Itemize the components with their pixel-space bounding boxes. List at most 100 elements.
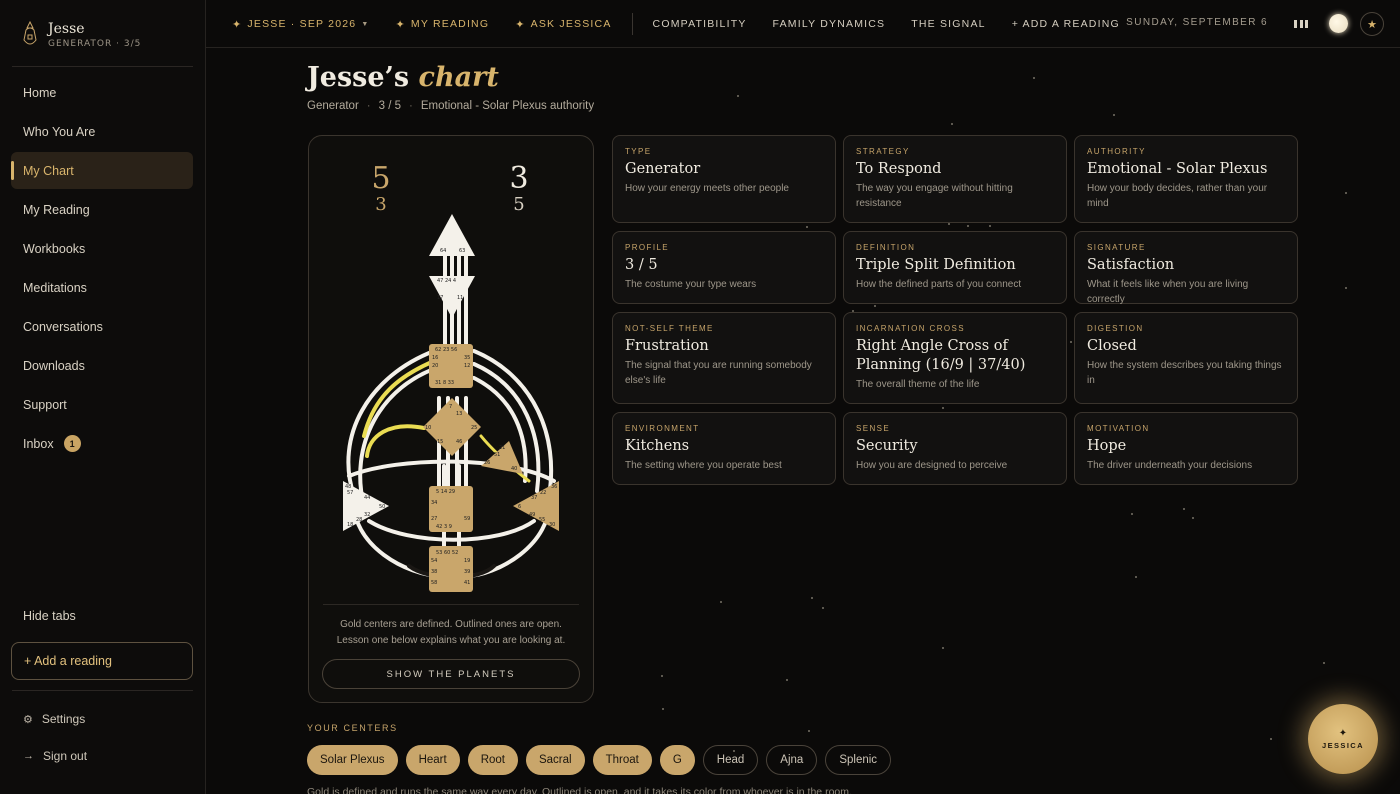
star — [1322, 662, 1325, 665]
show-planets-button[interactable]: SHOW THE PLANETS — [322, 659, 580, 689]
sidebar-item-label: Meditations — [23, 280, 87, 295]
center-chip-root[interactable]: Root — [467, 745, 518, 775]
card-description: How the system describes you taking thin… — [1087, 360, 1282, 386]
star — [1191, 516, 1194, 519]
star — [1345, 192, 1348, 195]
svg-text:11: 11 — [457, 295, 463, 301]
sidebar-divider — [12, 690, 193, 691]
card-motivation[interactable]: MOTIVATION Hope The driver underneath your… — [1074, 412, 1298, 485]
center-chip-splenic[interactable]: Splenic — [825, 745, 892, 775]
hide-tabs-toggle[interactable]: Hide tabs — [23, 609, 76, 623]
settings-label: Settings — [41, 712, 86, 726]
card-value: 3 / 5 — [625, 257, 658, 273]
star — [1070, 341, 1073, 344]
nav-the-signal[interactable]: THE SIGNAL — [911, 18, 985, 30]
svg-text:10: 10 — [425, 425, 431, 431]
page-title-word: chart — [418, 62, 499, 93]
heart-center[interactable]: 2151 26 40 — [481, 441, 523, 474]
page-title-name: Jesse’s — [307, 62, 410, 93]
throat-center[interactable]: 62 23 56 16 35 20 12 31 8 33 — [429, 344, 473, 388]
center-chip-ajna[interactable]: Ajna — [766, 745, 818, 775]
personality-line-bottom: 3 — [375, 194, 386, 215]
center-chip-throat[interactable]: Throat — [592, 745, 652, 775]
brand[interactable]: Jesse GENERATOR · 3/5 — [20, 20, 141, 50]
star — [1112, 113, 1115, 116]
svg-text:20: 20 — [432, 363, 438, 369]
star — [737, 95, 740, 98]
star — [951, 123, 954, 126]
card-description: The driver underneath your decisions — [1087, 460, 1253, 471]
nav-family-dynamics[interactable]: FAMILY DYNAMICS — [773, 18, 886, 30]
card-label: MOTIVATION — [1087, 424, 1150, 433]
center-chip-sacral[interactable]: Sacral — [525, 745, 585, 775]
sidebar-item-who-you-are[interactable]: Who You Are — [11, 113, 193, 150]
sidebar-item-downloads[interactable]: Downloads — [11, 347, 193, 384]
card-not-self-theme[interactable]: NOT-SELF THEME Frustration The signal that… — [612, 312, 836, 404]
g-center[interactable]: 7 13 10 25 15 46 — [423, 398, 481, 456]
ask-jessica-floating-button[interactable]: ✦ JESSICA — [1308, 704, 1378, 774]
card-value: Hope — [1087, 438, 1127, 454]
center-chip-g[interactable]: G — [659, 745, 695, 775]
sidebar-item-inbox[interactable]: Inbox 1 — [11, 425, 193, 462]
card-value: Generator — [625, 161, 701, 177]
card-value: Frustration — [625, 338, 709, 354]
ajna-center[interactable]: 47 24 4 17 11 — [429, 276, 475, 318]
card-signature[interactable]: SIGNATURE Satisfaction What it feels like … — [1074, 231, 1298, 305]
card-sense[interactable]: SENSE Security How you are designed to per… — [843, 412, 1067, 485]
svg-text:42 3 9: 42 3 9 — [436, 524, 452, 530]
svg-text:49: 49 — [529, 512, 535, 518]
centers-footnote: Gold is defined and runs the same way ev… — [307, 786, 852, 794]
card-environment[interactable]: ENVIRONMENT Kitchens The setting where you… — [612, 412, 836, 485]
svg-text:6: 6 — [518, 504, 521, 510]
current-date: SUNDAY, SEPTEMBER 6 — [1126, 17, 1268, 28]
sidebar-item-conversations[interactable]: Conversations — [11, 308, 193, 345]
sidebar-item-support[interactable]: Support — [11, 386, 193, 423]
personality-line-top: 5 — [371, 161, 390, 196]
sidebar-item-my-chart[interactable]: My Chart — [11, 152, 193, 189]
nav-add-reading[interactable]: + ADD A READING — [1012, 18, 1120, 30]
star — [808, 729, 811, 732]
card-profile[interactable]: PROFILE 3 / 5 The costume your type wears — [612, 231, 836, 304]
nav-compatibility[interactable]: COMPATIBILITY — [653, 18, 747, 30]
add-reading-button[interactable]: + Add a reading — [11, 642, 193, 680]
sign-out-link[interactable]: → Sign out — [23, 749, 87, 763]
svg-text:63: 63 — [459, 248, 465, 254]
svg-text:51: 51 — [494, 452, 500, 458]
settings-link[interactable]: ⚙ Settings — [23, 712, 85, 726]
card-incarnation-cross[interactable]: INCARNATION CROSS Right Angle Cross of Pl… — [843, 312, 1067, 404]
design-line-bottom: 5 — [513, 194, 524, 215]
svg-text:25: 25 — [471, 425, 477, 431]
card-label: ENVIRONMENT — [625, 424, 700, 433]
center-chip-solar-plexus[interactable]: Solar Plexus — [307, 745, 398, 775]
menu-bars-icon[interactable] — [1294, 20, 1308, 28]
star-icon[interactable]: ★ — [1360, 12, 1384, 36]
head-center[interactable]: 64 63 — [429, 214, 475, 256]
page-title: Jesse’s chart — [307, 62, 499, 93]
nav-ask-jessica[interactable]: ✦ ASK JESSICA — [515, 18, 611, 31]
nav-my-reading-label: MY READING — [410, 18, 490, 30]
nav-my-reading[interactable]: ✦ MY READING — [395, 18, 489, 31]
card-digestion[interactable]: DIGESTION Closed How the system describes … — [1074, 312, 1298, 404]
card-strategy[interactable]: STRATEGY To Respond The way you engage wit… — [843, 135, 1067, 223]
card-label: SENSE — [856, 424, 891, 433]
summary-authority: Emotional - Solar Plexus authority — [420, 100, 595, 112]
bodygraph[interactable]: 5 3 3 5 64 63 47 24 4 17 11 62 23 56 16 35 20 1… — [309, 136, 595, 601]
root-center[interactable]: 53 60 52 54 19 38 39 58 41 — [429, 546, 473, 592]
card-authority[interactable]: AUTHORITY Emotional - Solar Plexus How you… — [1074, 135, 1298, 223]
sidebar-item-my-reading[interactable]: My Reading — [11, 191, 193, 228]
svg-text:55: 55 — [539, 517, 545, 523]
star — [805, 225, 808, 228]
card-type[interactable]: TYPE Generator How your energy meets other… — [612, 135, 836, 223]
profile-menu[interactable]: ✦ JESSE · SEP 2026 ▼ — [232, 18, 369, 31]
sidebar-item-home[interactable]: Home — [11, 74, 193, 111]
sidebar-item-workbooks[interactable]: Workbooks — [11, 230, 193, 267]
sacral-center[interactable]: 5 14 29 34 27 59 42 3 9 — [429, 486, 473, 532]
card-value: Security — [856, 438, 918, 454]
card-value: Kitchens — [625, 438, 690, 454]
center-chip-head[interactable]: Head — [702, 745, 759, 775]
spleen-center[interactable]: 48574450322818 — [343, 481, 389, 531]
center-chip-heart[interactable]: Heart — [405, 745, 460, 775]
moon-icon[interactable] — [1329, 14, 1348, 33]
card-definition[interactable]: DEFINITION Triple Split Definition How the… — [843, 231, 1067, 304]
sidebar-item-meditations[interactable]: Meditations — [11, 269, 193, 306]
